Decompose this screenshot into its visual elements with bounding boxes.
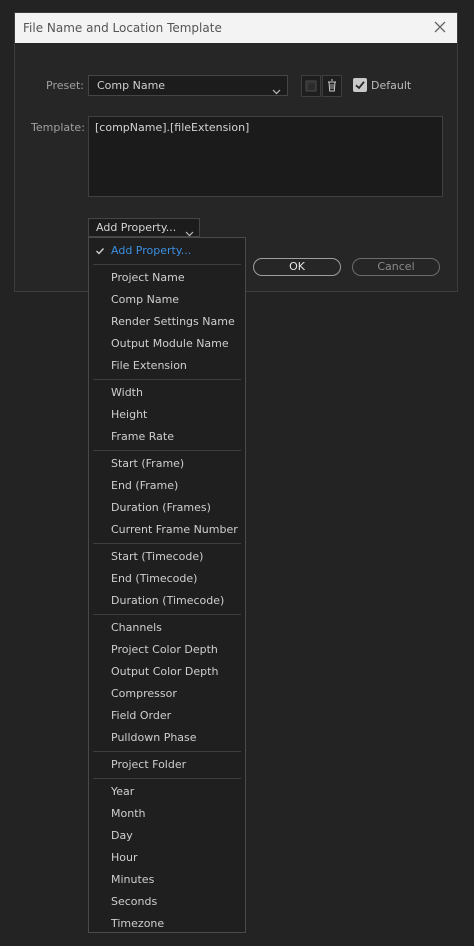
menu-item-minutes[interactable]: Minutes [89,869,245,891]
menu-separator [93,751,241,752]
dialog-title: File Name and Location Template [23,21,222,35]
menu-item-day[interactable]: Day [89,825,245,847]
menu-item-current-frame-number[interactable]: Current Frame Number [89,519,245,541]
menu-item-start-frame[interactable]: Start (Frame) [89,453,245,475]
menu-separator [93,264,241,265]
menu-item-project-name[interactable]: Project Name [89,267,245,289]
menu-item-duration-timecode[interactable]: Duration (Timecode) [89,590,245,612]
menu-item-width[interactable]: Width [89,382,245,404]
menu-separator [93,450,241,451]
preset-label: Preset: [46,79,85,92]
menu-item-channels[interactable]: Channels [89,617,245,639]
menu-item-end-frame[interactable]: End (Frame) [89,475,245,497]
menu-item-frame-rate[interactable]: Frame Rate [89,426,245,448]
cancel-button[interactable]: Cancel [352,258,440,276]
menu-item-hour[interactable]: Hour [89,847,245,869]
menu-item-seconds[interactable]: Seconds [89,891,245,913]
menu-item-add-property[interactable]: Add Property... [89,240,245,262]
menu-separator [93,778,241,779]
menu-item-compressor[interactable]: Compressor [89,683,245,705]
menu-item-year[interactable]: Year [89,781,245,803]
preset-dropdown[interactable]: Comp Name [88,75,288,96]
preset-value: Comp Name [97,79,166,92]
save-preset-icon [302,80,320,99]
trash-icon [323,79,341,99]
menu-item-end-timecode[interactable]: End (Timecode) [89,568,245,590]
menu-item-duration-frames[interactable]: Duration (Frames) [89,497,245,519]
ok-button[interactable]: OK [253,258,341,276]
menu-item-output-color-depth[interactable]: Output Color Depth [89,661,245,683]
default-label: Default [371,79,412,92]
default-checkbox[interactable] [353,78,367,92]
delete-preset-button[interactable] [322,75,342,97]
menu-item-label: Add Property... [111,244,192,257]
chevron-down-icon [272,82,281,101]
template-label: Template: [31,121,85,134]
add-property-dropdown[interactable]: Add Property... [88,218,200,237]
menu-separator [93,614,241,615]
menu-item-file-extension[interactable]: File Extension [89,355,245,377]
menu-item-project-folder[interactable]: Project Folder [89,754,245,776]
menu-separator [93,379,241,380]
menu-separator [93,543,241,544]
menu-item-month[interactable]: Month [89,803,245,825]
menu-item-height[interactable]: Height [89,404,245,426]
menu-item-project-color-depth[interactable]: Project Color Depth [89,639,245,661]
checkmark-icon [94,240,106,262]
add-property-value: Add Property... [96,221,177,234]
menu-item-output-module-name[interactable]: Output Module Name [89,333,245,355]
add-property-menu: Add Property... Project Name Comp Name Rend… [88,237,246,933]
menu-item-field-order[interactable]: Field Order [89,705,245,727]
menu-item-comp-name[interactable]: Comp Name [89,289,245,311]
menu-item-render-settings-name[interactable]: Render Settings Name [89,311,245,333]
template-field[interactable]: [compName].[fileExtension] [88,116,443,197]
menu-item-start-timecode[interactable]: Start (Timecode) [89,546,245,568]
title-bar: File Name and Location Template [15,13,457,43]
menu-item-timezone[interactable]: Timezone [89,913,245,935]
save-preset-button[interactable] [301,75,321,97]
close-icon[interactable] [431,18,449,36]
menu-item-pulldown-phase[interactable]: Pulldown Phase [89,727,245,749]
